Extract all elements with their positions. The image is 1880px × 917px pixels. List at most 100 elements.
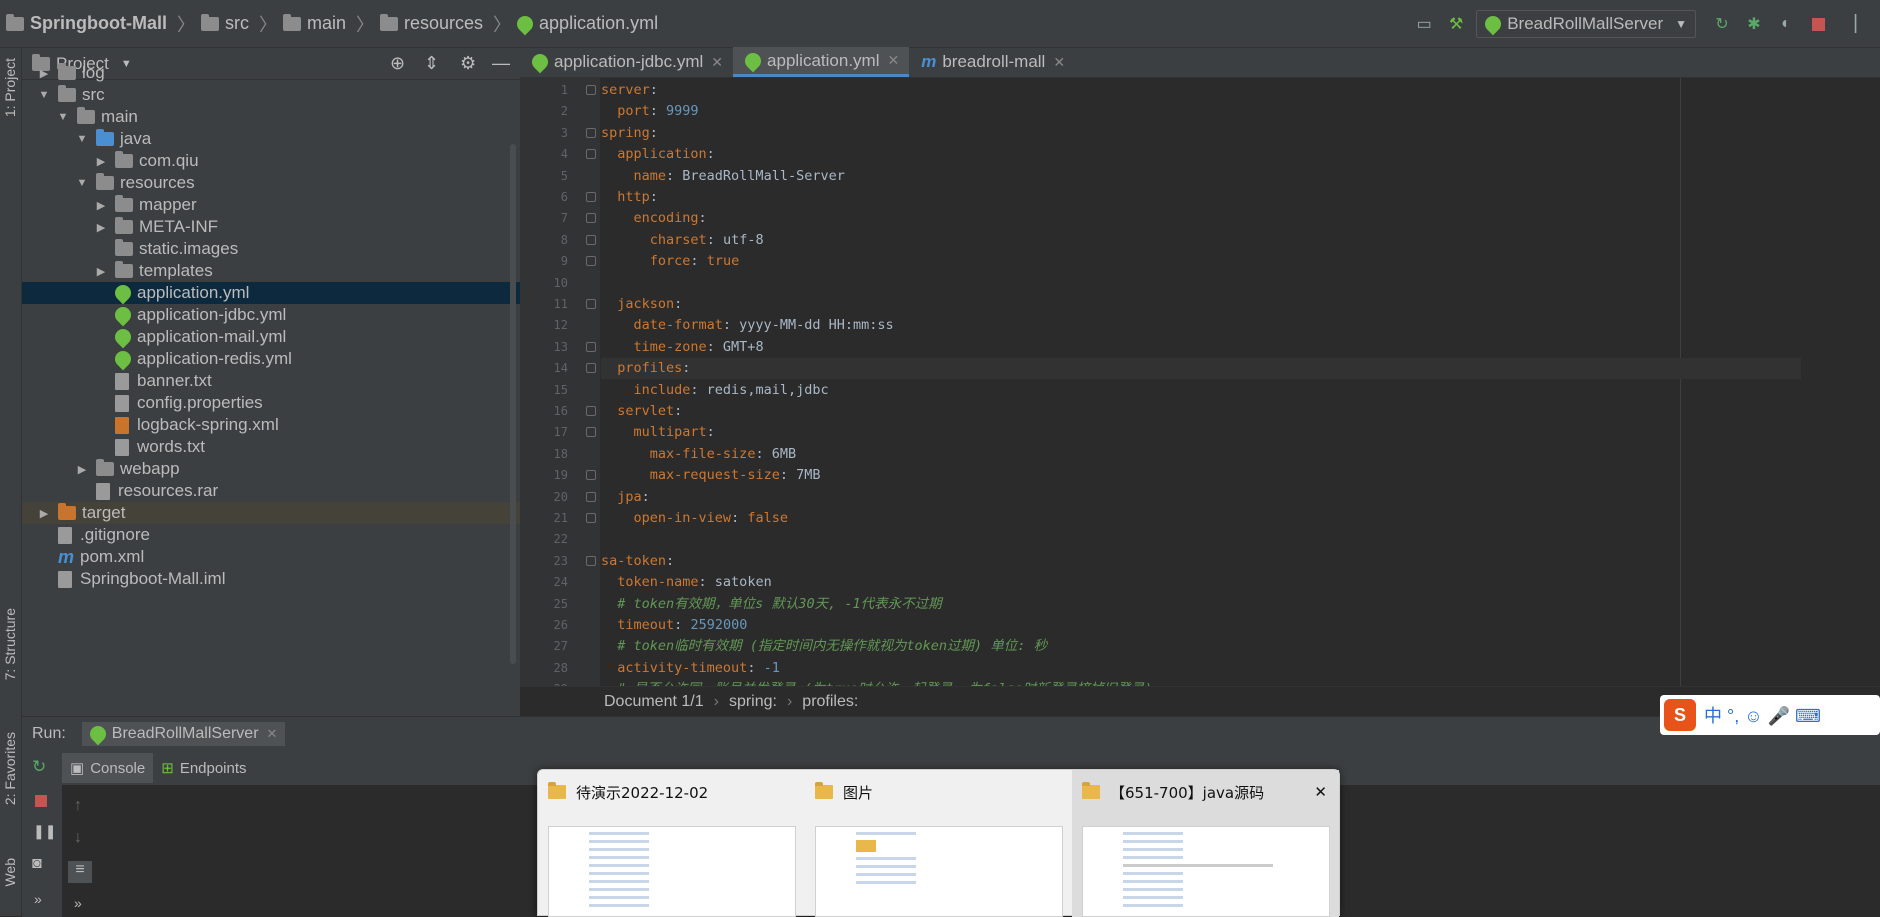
up-arrow-icon[interactable]: ↑ (74, 797, 82, 815)
web-tool-tab[interactable]: Web (2, 858, 18, 887)
tree-scrollbar[interactable] (510, 144, 516, 664)
structure-tool-tab[interactable]: 7: Structure (2, 608, 18, 680)
code-line[interactable]: open-in-view: false (601, 508, 1801, 529)
code-line[interactable]: encoding: (601, 208, 1801, 229)
collapsed-arrow-icon[interactable]: ▶ (74, 463, 90, 476)
tree-item[interactable]: ▶ log (22, 62, 520, 84)
close-icon[interactable]: ✕ (267, 726, 278, 742)
collapsed-arrow-icon[interactable]: ▶ (36, 507, 52, 520)
more-icon[interactable]: » (74, 895, 82, 911)
collapsed-arrow-icon[interactable]: ▶ (93, 155, 109, 168)
fold-marker-icon[interactable] (586, 192, 596, 202)
collapsed-arrow-icon[interactable]: ▶ (36, 67, 52, 80)
fold-marker-icon[interactable] (586, 149, 596, 160)
breadcrumb-file[interactable]: 〉 application.yml (487, 11, 658, 37)
code-line[interactable]: jpa: (601, 487, 1801, 508)
terminal-icon[interactable]: ▭ (1414, 14, 1434, 34)
collapsed-arrow-icon[interactable]: ▶ (93, 221, 109, 234)
project-tool-tab[interactable]: 1: Project (2, 58, 18, 117)
tree-item[interactable]: ▼ src (22, 84, 520, 106)
code-line[interactable]: jackson: (601, 294, 1801, 315)
tree-item[interactable]: banner.txt (22, 370, 520, 392)
code-line[interactable]: # token临时有效期 (指定时间内无操作就视为token过期) 单位: 秒 (601, 636, 1801, 657)
tree-item[interactable]: .gitignore (22, 524, 520, 546)
coverage-icon[interactable]: ◐ (1776, 14, 1796, 34)
code-line[interactable]: timeout: 2592000 (601, 615, 1801, 636)
fold-marker-icon[interactable] (586, 555, 596, 566)
pause-icon[interactable]: ❚❚ (33, 823, 56, 840)
editor-tab[interactable]: application-jdbc.yml ✕ (520, 47, 733, 77)
run-configuration-select[interactable]: BreadRollMallServer ▼ (1476, 10, 1696, 38)
code-line[interactable] (601, 273, 1801, 294)
collapsed-arrow-icon[interactable]: ▶ (93, 265, 109, 278)
fold-marker-icon[interactable] (586, 85, 596, 95)
yaml-path-profiles[interactable]: profiles: (802, 693, 858, 711)
tree-item[interactable]: ▶ webapp (22, 458, 520, 480)
fold-marker-icon[interactable] (586, 513, 596, 523)
preview-window-1[interactable]: 待演示2022-12-02 (538, 770, 805, 917)
code-line[interactable]: server: (601, 80, 1801, 101)
collapsed-arrow-icon[interactable]: ▶ (93, 199, 109, 212)
code-line[interactable] (601, 529, 1801, 550)
tree-item[interactable]: resources.rar (22, 480, 520, 502)
close-icon[interactable]: ✕ (711, 54, 723, 71)
tree-item[interactable]: ▶ templates (22, 260, 520, 282)
fold-marker-icon[interactable] (586, 256, 596, 267)
stop-icon[interactable] (1808, 14, 1828, 34)
fold-marker-icon[interactable] (586, 470, 596, 481)
code-line[interactable]: time-zone: GMT+8 (601, 337, 1801, 358)
tree-item[interactable]: static.images (22, 238, 520, 260)
close-icon[interactable]: ✕ (1053, 54, 1065, 71)
code-line[interactable]: token-name: satoken (601, 572, 1801, 593)
tree-item[interactable]: ▼ main (22, 106, 520, 128)
breadcrumb-main[interactable]: 〉 main (253, 11, 346, 37)
expanded-arrow-icon[interactable]: ▼ (36, 89, 52, 101)
tree-item[interactable]: ▶ target (22, 502, 520, 524)
code-line[interactable]: profiles: (601, 358, 1801, 380)
rerun-icon[interactable]: ↻ (1712, 14, 1732, 34)
fold-marker-icon[interactable] (586, 363, 596, 374)
tree-item[interactable]: config.properties (22, 392, 520, 414)
code-line[interactable]: port: 9999 (601, 101, 1801, 122)
close-icon[interactable]: ✕ (887, 52, 899, 69)
code-line[interactable]: # token有效期，单位s 默认30天, -1代表永不过期 (601, 594, 1801, 615)
expanded-arrow-icon[interactable]: ▼ (74, 177, 90, 189)
fold-marker-icon[interactable] (586, 341, 596, 352)
code-line[interactable]: force: true (601, 251, 1801, 272)
code-line[interactable]: servlet: (601, 401, 1801, 422)
breadcrumb-src[interactable]: 〉 src (171, 11, 249, 37)
stop-icon[interactable] (35, 795, 47, 807)
camera-icon[interactable]: ◙ (32, 855, 42, 873)
code-line[interactable]: date-format: yyyy-MM-dd HH:mm:ss (601, 315, 1801, 336)
tree-item[interactable]: application-mail.yml (22, 325, 520, 349)
debug-icon[interactable]: ✱ (1744, 14, 1764, 34)
tab-console[interactable]: ▣ Console (62, 753, 154, 783)
code-line[interactable]: include: redis,mail,jdbc (601, 380, 1801, 401)
code-line[interactable]: name: BreadRollMall-Server (601, 166, 1801, 187)
favorites-tool-tab[interactable]: 2: Favorites (2, 732, 18, 805)
fold-marker-icon[interactable] (586, 427, 596, 438)
build-hammer-icon[interactable]: ⚒ (1446, 14, 1466, 34)
fold-marker-icon[interactable] (586, 213, 596, 224)
preview-window-3[interactable]: 【651-700】java源码 ✕ (1072, 770, 1339, 917)
fold-marker-icon[interactable] (586, 299, 596, 309)
code-line[interactable]: max-request-size: 7MB (601, 465, 1801, 486)
close-icon[interactable]: ✕ (1314, 783, 1327, 801)
fold-marker-icon[interactable] (586, 406, 596, 416)
tree-item[interactable]: ▼ resources (22, 172, 520, 194)
code-line[interactable]: multipart: (601, 422, 1801, 443)
tree-item[interactable]: application.yml (22, 281, 520, 305)
code-line[interactable]: charset: utf-8 (601, 230, 1801, 251)
code-line[interactable]: spring: (601, 123, 1801, 144)
ime-toolbar[interactable]: S 中 °, ☺ 🎤 ⌨ (1660, 695, 1880, 735)
yaml-path-spring[interactable]: spring: (729, 693, 777, 711)
code-line[interactable]: activity-timeout: -1 (601, 658, 1801, 679)
breadcrumb-project[interactable]: Springboot-Mall (6, 13, 167, 34)
tree-item[interactable]: application-jdbc.yml (22, 303, 520, 327)
tree-item[interactable]: ▶ META-INF (22, 216, 520, 238)
code-line[interactable]: http: (601, 187, 1801, 208)
code-line[interactable]: sa-token: (601, 551, 1801, 572)
expand-icon[interactable]: » (34, 891, 42, 907)
tree-item[interactable]: logback-spring.xml (22, 414, 520, 436)
rerun-icon[interactable]: ↻ (32, 757, 46, 777)
